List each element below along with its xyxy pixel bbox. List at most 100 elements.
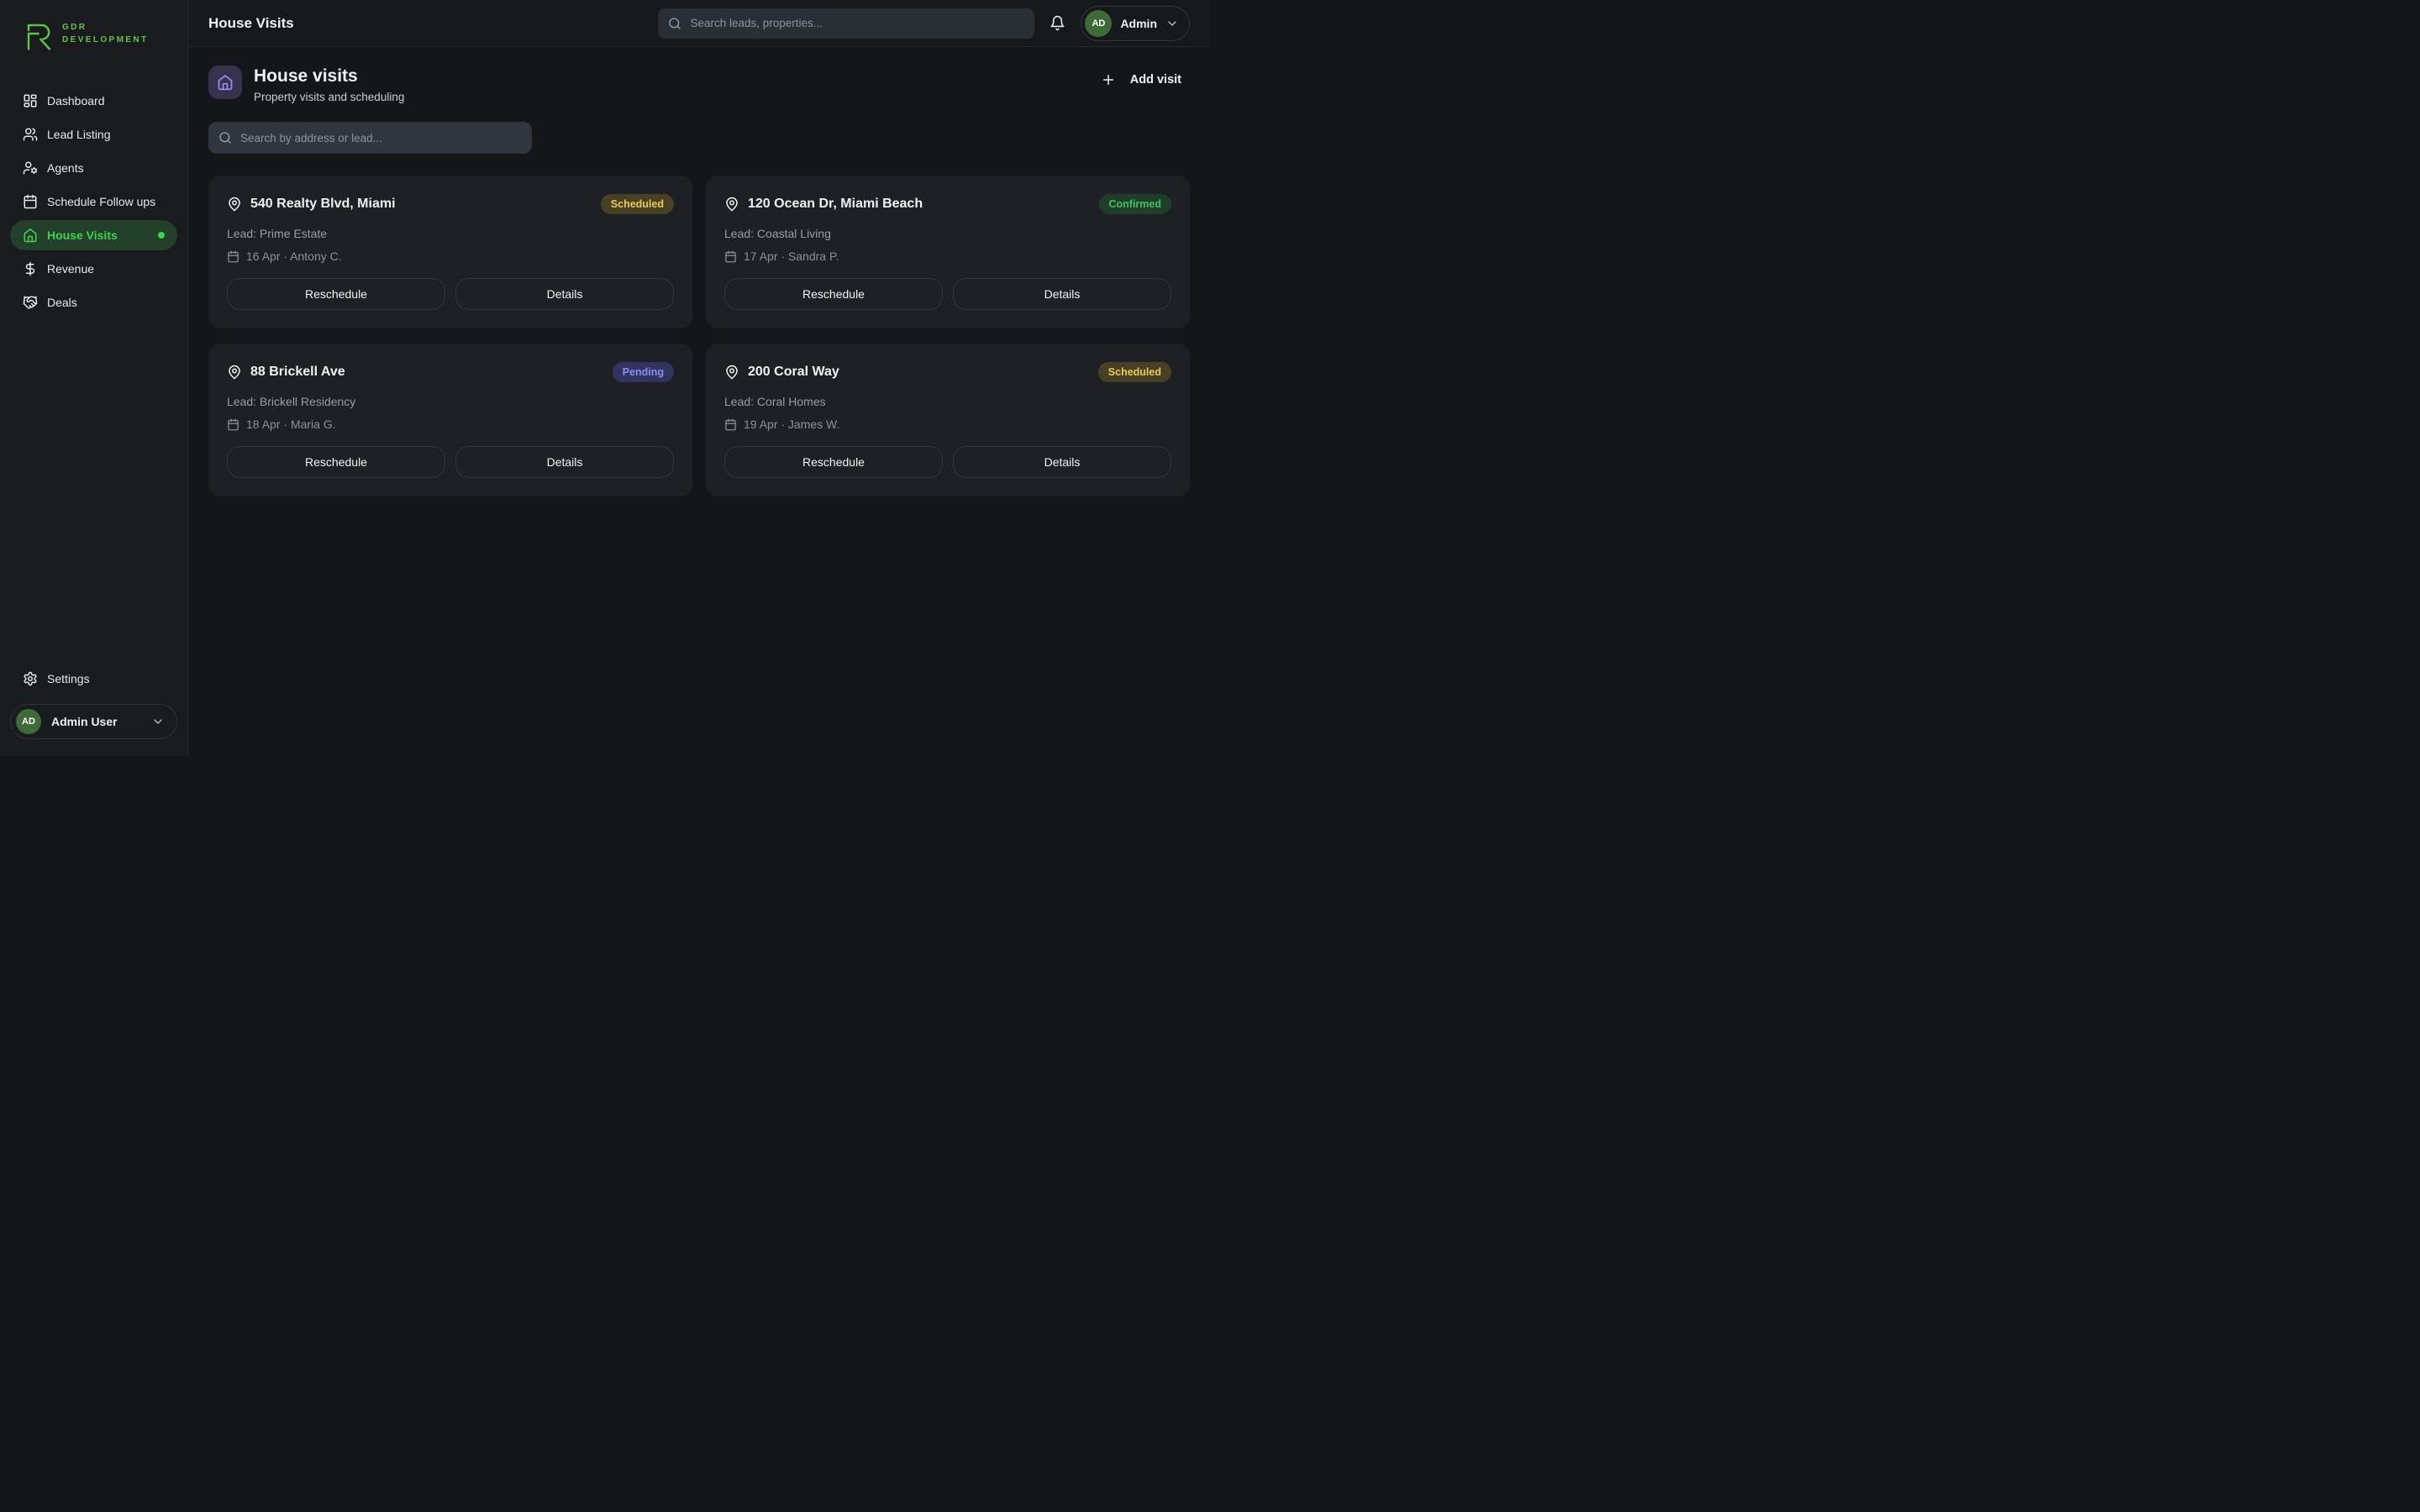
map-pin-icon <box>227 197 242 212</box>
visit-actions: Reschedule Details <box>724 278 1171 310</box>
sidebar-item-label: Lead Listing <box>47 128 111 141</box>
page-header-text: House visits Property visits and schedul… <box>254 66 404 103</box>
visit-lead: Lead: Brickell Residency <box>227 395 674 408</box>
calendar-icon <box>724 250 737 263</box>
sidebar-item[interactable]: Schedule Follow ups <box>10 186 177 217</box>
sidebar-item-label: Agents <box>47 161 84 175</box>
search-icon <box>218 131 232 144</box>
visit-date: 16 Apr · Antony C. <box>227 249 674 263</box>
agent-icon <box>23 160 38 176</box>
visit-card-header: 200 Coral Way Scheduled <box>724 362 1171 382</box>
visit-cards-grid: 540 Realty Blvd, Miami Scheduled Lead: P… <box>208 176 1190 496</box>
search-icon <box>668 17 681 30</box>
visit-actions: Reschedule Details <box>227 278 674 310</box>
brand-logo: GDR DEVELOPMENT <box>0 12 187 55</box>
visit-date-text: 19 Apr · James W. <box>744 417 839 431</box>
avatar: AD <box>16 709 41 734</box>
calendar-icon <box>724 418 737 431</box>
visit-card: 200 Coral Way Scheduled Lead: Coral Home… <box>706 344 1190 496</box>
calendar-icon <box>23 194 38 209</box>
page-header-icon-box <box>208 66 242 99</box>
visit-card-header: 120 Ocean Dr, Miami Beach Confirmed <box>724 194 1171 214</box>
visit-date: 18 Apr · Maria G. <box>227 417 674 431</box>
reschedule-button[interactable]: Reschedule <box>227 278 445 310</box>
map-pin-icon <box>724 365 739 380</box>
sidebar-item[interactable]: House Visits <box>10 220 177 250</box>
user-name: Admin User <box>51 715 118 728</box>
sidebar-nav: Dashboard Lead Listing Agents Schedule F… <box>0 84 187 319</box>
visit-address: 120 Ocean Dr, Miami Beach <box>748 197 923 212</box>
main-column: House Visits AD Admin House visits Prope… <box>188 0 1210 756</box>
brand-line2: DEVELOPMENT <box>62 34 149 47</box>
visit-card-header: 540 Realty Blvd, Miami Scheduled <box>227 194 674 214</box>
global-search-input[interactable] <box>690 17 1024 29</box>
add-visit-label: Add visit <box>1130 73 1181 87</box>
sidebar-user-menu[interactable]: AD Admin User <box>10 704 177 739</box>
visit-address: 200 Coral Way <box>748 365 839 380</box>
visit-search[interactable] <box>208 122 532 154</box>
sidebar-item-label: Dashboard <box>47 94 105 108</box>
visit-actions: Reschedule Details <box>227 446 674 478</box>
visit-date-text: 16 Apr · Antony C. <box>246 249 342 263</box>
global-search[interactable] <box>658 8 1034 39</box>
account-menu[interactable]: AD Admin <box>1081 6 1190 41</box>
status-badge: Pending <box>613 362 674 382</box>
notifications-button[interactable] <box>1050 15 1065 31</box>
page-subtitle: Property visits and scheduling <box>254 91 404 103</box>
page-title: House visits <box>254 66 404 87</box>
status-badge: Confirmed <box>1099 194 1172 214</box>
map-pin-icon <box>227 365 242 380</box>
visit-date: 19 Apr · James W. <box>724 417 1171 431</box>
sidebar: GDR DEVELOPMENT Dashboard Lead Listing A… <box>0 0 188 756</box>
details-button[interactable]: Details <box>455 278 674 310</box>
map-pin-icon <box>724 197 739 212</box>
visit-card: 88 Brickell Ave Pending Lead: Brickell R… <box>208 344 692 496</box>
visit-card: 120 Ocean Dr, Miami Beach Confirmed Lead… <box>706 176 1190 328</box>
reschedule-button[interactable]: Reschedule <box>724 278 943 310</box>
visit-lead: Lead: Prime Estate <box>227 227 674 240</box>
visit-address: 540 Realty Blvd, Miami <box>250 197 396 212</box>
visit-lead: Lead: Coastal Living <box>724 227 1171 240</box>
chevron-down-icon <box>151 715 165 728</box>
plus-icon <box>1101 72 1116 87</box>
avatar: AD <box>1085 10 1112 37</box>
status-badge: Scheduled <box>601 194 674 214</box>
users-icon <box>23 127 38 142</box>
visit-card: 540 Realty Blvd, Miami Scheduled Lead: P… <box>208 176 692 328</box>
sidebar-item-label: Revenue <box>47 262 94 276</box>
sidebar-item[interactable]: Revenue <box>10 254 177 284</box>
settings-label: Settings <box>47 672 90 685</box>
reschedule-button[interactable]: Reschedule <box>724 446 943 478</box>
visit-date-text: 17 Apr · Sandra P. <box>744 249 839 263</box>
add-visit-button[interactable]: Add visit <box>1092 66 1190 94</box>
visit-card-header: 88 Brickell Ave Pending <box>227 362 674 382</box>
visit-actions: Reschedule Details <box>724 446 1171 478</box>
bell-icon <box>1050 15 1065 31</box>
dollar-icon <box>23 261 38 276</box>
sidebar-item[interactable]: Lead Listing <box>10 119 177 150</box>
account-name: Admin <box>1120 17 1157 30</box>
page-content: House visits Property visits and schedul… <box>188 47 1210 756</box>
gear-icon <box>23 671 38 686</box>
status-badge: Scheduled <box>1098 362 1171 382</box>
sidebar-item-label: Schedule Follow ups <box>47 195 155 208</box>
sidebar-item-settings[interactable]: Settings <box>10 664 177 694</box>
chevron-down-icon <box>1165 17 1179 30</box>
details-button[interactable]: Details <box>953 446 1171 478</box>
visit-lead: Lead: Coral Homes <box>724 395 1171 408</box>
details-button[interactable]: Details <box>953 278 1171 310</box>
dashboard-icon <box>23 93 38 108</box>
details-button[interactable]: Details <box>455 446 674 478</box>
brand-name: GDR DEVELOPMENT <box>62 21 149 47</box>
visit-date-text: 18 Apr · Maria G. <box>246 417 336 431</box>
sidebar-item[interactable]: Dashboard <box>10 86 177 116</box>
sidebar-item-label: Deals <box>47 296 77 309</box>
topbar-title: House Visits <box>208 15 294 32</box>
calendar-icon <box>227 418 239 431</box>
gdr-logo <box>20 17 54 50</box>
sidebar-item[interactable]: Agents <box>10 153 177 183</box>
topbar: House Visits AD Admin <box>188 0 1210 47</box>
sidebar-item[interactable]: Deals <box>10 287 177 318</box>
visit-search-input[interactable] <box>240 132 522 144</box>
reschedule-button[interactable]: Reschedule <box>227 446 445 478</box>
